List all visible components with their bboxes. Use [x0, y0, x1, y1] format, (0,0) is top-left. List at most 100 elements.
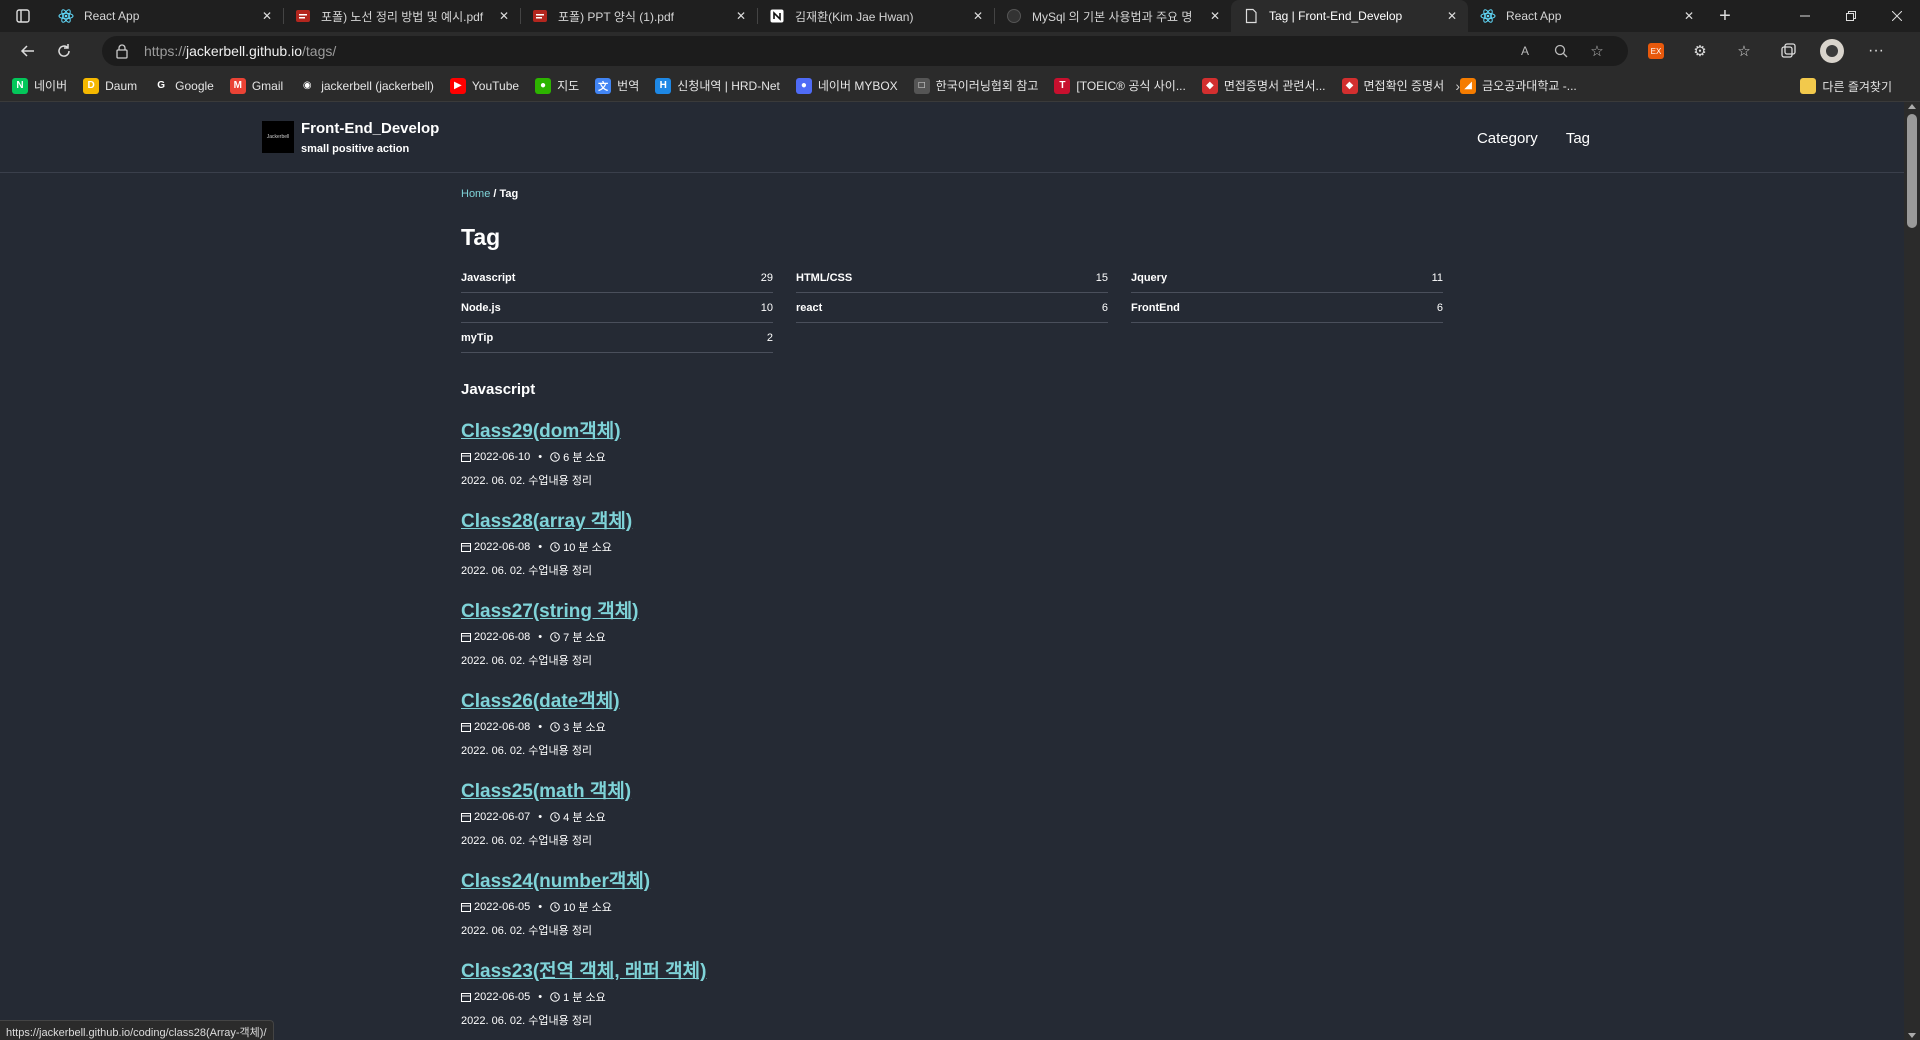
- address-bar[interactable]: https://jackerbell.github.io/tags/ A ☆: [102, 36, 1628, 66]
- bookmark-label: Gmail: [251, 78, 284, 93]
- browser-tab[interactable]: 포폴) 노선 정리 방법 및 예시.pdf ✕: [283, 0, 520, 32]
- tab-close-icon[interactable]: ✕: [1681, 8, 1697, 24]
- post-excerpt: 2022. 06. 02. 수업내용 정리: [461, 655, 593, 667]
- tag-index-item[interactable]: Node.js 10: [461, 293, 773, 323]
- back-button[interactable]: [10, 35, 46, 67]
- bookmark-item[interactable]: ● 지도: [535, 77, 579, 94]
- refresh-button[interactable]: [46, 35, 82, 67]
- restore-button[interactable]: [1828, 0, 1874, 32]
- bookmark-item[interactable]: G Google: [153, 78, 214, 94]
- pdf-icon: [295, 8, 311, 24]
- bookmark-item[interactable]: N 네이버: [12, 77, 67, 94]
- bookmark-item[interactable]: ▶ YouTube: [449, 77, 520, 94]
- add-favorite-button[interactable]: ☆: [1586, 40, 1608, 62]
- bookmark-item[interactable]: □ 한국이러닝협회 참고: [913, 77, 1038, 94]
- breadcrumb-home-link[interactable]: Home: [461, 188, 490, 200]
- browser-tab[interactable]: 김재환(Kim Jae Hwan) ✕: [757, 0, 994, 32]
- breadcrumb-current: Tag: [499, 188, 519, 200]
- tab-actions-button[interactable]: [0, 0, 46, 32]
- post-meta: 2022-06-08 • 3 분 소요: [461, 719, 1443, 735]
- bookmark-item[interactable]: ◉ jackerbell (jackerbell): [299, 78, 434, 94]
- other-favorites-label: 다른 즐겨찾기: [1822, 79, 1892, 94]
- tag-index-item[interactable]: HTML/CSS 15: [796, 263, 1108, 293]
- bookmark-item[interactable]: D Daum: [83, 77, 138, 94]
- post-title-link[interactable]: Class23(전역 객체, 래퍼 객체): [461, 956, 706, 983]
- site-logo[interactable]: Jackerbell: [262, 121, 294, 153]
- other-favorites-folder[interactable]: 다른 즐겨찾기: [1800, 70, 1892, 102]
- site-title[interactable]: Front-End_Develop: [301, 120, 439, 137]
- bookmark-label: 번역: [617, 79, 640, 93]
- calendar-icon: [461, 632, 471, 642]
- tag-index-item[interactable]: myTip 2: [461, 323, 773, 353]
- post-title-link[interactable]: Class24(number객체): [461, 866, 650, 893]
- favorites-button[interactable]: ☆: [1726, 35, 1762, 67]
- browser-tab[interactable]: 포폴) PPT 양식 (1).pdf ✕: [520, 0, 757, 32]
- extension-button[interactable]: EX: [1638, 35, 1674, 67]
- bookmark-favicon-icon: ◆: [1341, 77, 1358, 94]
- tab-strip: React App ✕ 포폴) 노선 정리 방법 및 예시.pdf ✕ 포폴) PPT …: [0, 0, 1920, 32]
- post-item: Class29(dom객체) 2022-06-10 • 6 분 소요 2022. 06.…: [461, 416, 1443, 488]
- tab-actions-icon: [16, 9, 30, 23]
- bookmark-label: YouTube: [471, 78, 520, 93]
- bookmarks-overflow-chevron-icon[interactable]: ›: [1455, 78, 1460, 94]
- bookmark-item[interactable]: ● 네이버 MYBOX: [795, 77, 898, 94]
- tab-close-icon[interactable]: ✕: [733, 8, 749, 24]
- post-title-link[interactable]: Class27(string 객체): [461, 596, 639, 623]
- zoom-button[interactable]: [1550, 40, 1572, 62]
- scroll-down-arrow-icon[interactable]: [1908, 1033, 1916, 1038]
- clock-icon: [550, 902, 560, 912]
- bookmark-item[interactable]: ◆ 면접확인 증명서: [1341, 77, 1444, 94]
- tag-index-item[interactable]: react 6: [796, 293, 1108, 323]
- browser-tab[interactable]: MySql 의 기본 사용법과 주요 명 ✕: [994, 0, 1231, 32]
- close-window-button[interactable]: [1874, 0, 1920, 32]
- scrollbar-thumb[interactable]: [1907, 114, 1917, 228]
- post-read-time: 1 분 소요: [563, 992, 606, 1004]
- tag-index-item[interactable]: Javascript 29: [461, 263, 773, 293]
- minimize-button[interactable]: [1782, 0, 1828, 32]
- bookmark-favicon-icon: G: [157, 80, 166, 91]
- read-aloud-button[interactable]: A: [1514, 40, 1536, 62]
- collections-button[interactable]: [1770, 35, 1806, 67]
- tab-title: Tag | Front-End_Develop: [1269, 9, 1403, 23]
- bookmark-label: jackerbell (jackerbell): [321, 78, 434, 93]
- post-title-link[interactable]: Class29(dom객체): [461, 416, 621, 443]
- post-item: Class28(array 객체) 2022-06-08 • 10 분 소요 2022.…: [461, 506, 1443, 578]
- browser-tab[interactable]: Tag | Front-End_Develop ✕: [1231, 0, 1468, 32]
- post-meta: 2022-06-10 • 6 분 소요: [461, 449, 1443, 465]
- url-text[interactable]: https://jackerbell.github.io/tags/: [144, 43, 1514, 59]
- tab-close-icon[interactable]: ✕: [1207, 8, 1223, 24]
- bookmark-item[interactable]: H 신청내역 | HRD-Net: [655, 77, 780, 94]
- tab-close-icon[interactable]: ✕: [1444, 8, 1460, 24]
- post-title-link[interactable]: Class26(date객체): [461, 686, 620, 713]
- bookmark-item[interactable]: T [TOEIC® 공식 사이...: [1054, 77, 1186, 94]
- ellipsis-icon: ···: [1868, 42, 1884, 59]
- meta-separator: •: [538, 721, 543, 733]
- bookmark-label: Daum: [105, 78, 138, 93]
- lock-icon[interactable]: [114, 43, 130, 59]
- star-plus-icon: ☆: [1590, 43, 1604, 60]
- browser-tab[interactable]: React App ✕: [1468, 0, 1705, 32]
- bookmark-item[interactable]: ◆ 면접증명서 관련서...: [1201, 77, 1326, 94]
- nav-category-link[interactable]: Category: [1477, 130, 1538, 147]
- post-read-time: 6 분 소요: [563, 452, 606, 464]
- tag-index-item[interactable]: Jquery 11: [1131, 263, 1443, 293]
- bookmark-item[interactable]: M Gmail: [229, 77, 284, 94]
- tab-close-icon[interactable]: ✕: [259, 8, 275, 24]
- tag-name: react: [796, 301, 823, 314]
- bookmark-item[interactable]: 文 번역: [595, 77, 639, 94]
- scroll-up-arrow-icon[interactable]: [1908, 104, 1916, 109]
- tag-index-item[interactable]: FrontEnd 6: [1131, 293, 1443, 323]
- post-title-link[interactable]: Class25(math 객체): [461, 776, 631, 803]
- post-excerpt: 2022. 06. 02. 수업내용 정리: [461, 1015, 593, 1027]
- profile-button[interactable]: [1814, 35, 1850, 67]
- bookmark-item[interactable]: ◢ 금오공과대학교 -...: [1460, 77, 1577, 94]
- page-scrollbar[interactable]: [1904, 102, 1920, 1040]
- tab-close-icon[interactable]: ✕: [496, 8, 512, 24]
- new-tab-button[interactable]: +: [1705, 0, 1745, 32]
- post-title-link[interactable]: Class28(array 객체): [461, 506, 632, 533]
- tab-close-icon[interactable]: ✕: [970, 8, 986, 24]
- more-menu-button[interactable]: ···: [1858, 35, 1894, 67]
- extensions-button[interactable]: ⚙: [1682, 35, 1718, 67]
- browser-tab[interactable]: React App ✕: [46, 0, 283, 32]
- nav-tag-link[interactable]: Tag: [1566, 130, 1590, 147]
